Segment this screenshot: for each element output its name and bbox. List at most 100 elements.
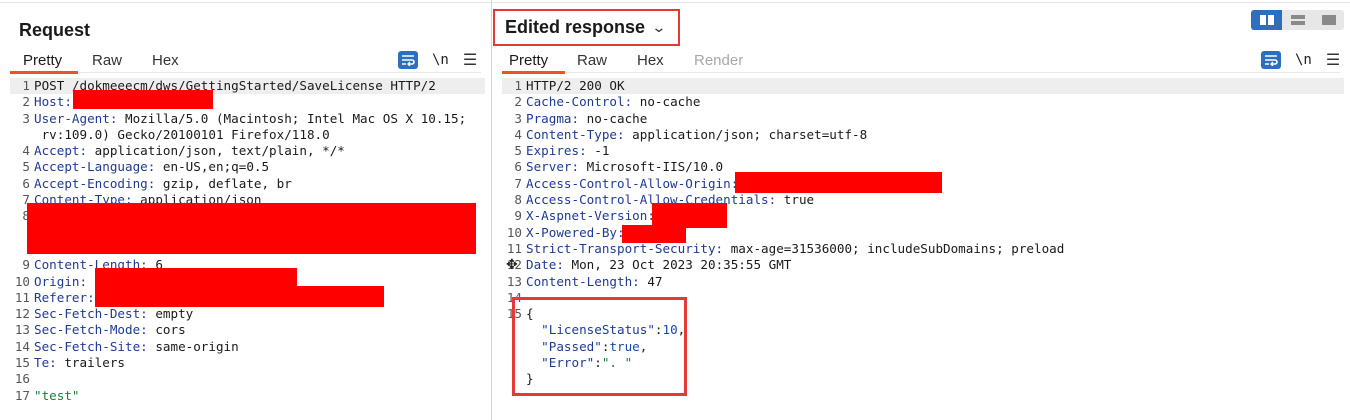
line-number: 6 <box>22 175 30 191</box>
line-code: Sec-Fetch-Site: same-origin <box>34 339 239 355</box>
line-code: Accept-Language: en-US,en;q=0.5 <box>34 159 269 175</box>
header-value: Mon, 23 Oct 2023 20:35:55 GMT <box>563 257 792 273</box>
line-code: Cache-Control: no-cache <box>526 94 700 110</box>
line-code: Content-Length: 47 <box>526 274 662 290</box>
header-key: X-Aspnet-Version: <box>526 208 655 224</box>
header-value: 47 <box>639 273 663 289</box>
header-key: Te: <box>34 355 57 371</box>
active-tab-underline <box>10 71 78 74</box>
tab-hex[interactable]: Hex <box>152 52 179 69</box>
header-value: Mozilla/5.0 (Macintosh; Intel Mac OS X 1… <box>117 110 467 126</box>
header-value: trailers <box>56 355 125 371</box>
header-value: application/json, text/plain, */* <box>87 143 345 159</box>
wrap-lines-icon[interactable] <box>1261 51 1281 69</box>
tab-render[interactable]: Render <box>694 52 743 69</box>
tab-pretty[interactable]: Pretty <box>23 52 62 69</box>
line-number: 15 <box>14 355 30 371</box>
header-key: Server: <box>526 159 580 175</box>
header-value: cors <box>147 322 186 338</box>
header-key: Content-Length: <box>526 273 640 289</box>
line-number: 10 <box>506 224 522 240</box>
line-number: 9 <box>22 257 30 273</box>
layout-side-by-side-icon[interactable] <box>1251 10 1282 30</box>
line-code: "test" <box>34 388 80 404</box>
line-code: Accept-Encoding: gzip, deflate, br <box>34 176 292 192</box>
line-number: 16 <box>14 371 30 387</box>
line-number: 4 <box>22 143 30 159</box>
menu-icon[interactable]: ☰ <box>1326 50 1340 70</box>
layout-toggle <box>1251 10 1344 30</box>
header-value: rv:109.0) Gecko/20100101 Firefox/118.0 <box>34 126 330 142</box>
tab-raw[interactable]: Raw <box>92 52 122 69</box>
editor-line: 11 Strict-Transport-Security: max-age=315… <box>502 241 1344 257</box>
header-key: Referer: <box>34 289 95 305</box>
line-number: 11 <box>14 289 30 305</box>
line-number: 10 <box>14 273 30 289</box>
line-code: User-Agent: Mozilla/5.0 (Macintosh; Inte… <box>34 111 466 127</box>
line-code: Content-Type: application/json; charset=… <box>526 127 867 143</box>
tab-raw[interactable]: Raw <box>577 52 607 69</box>
response-tools: \n ☰ <box>1261 50 1340 70</box>
editor-line: 13 Content-Length: 47 <box>502 274 1344 290</box>
menu-icon[interactable]: ☰ <box>463 50 477 70</box>
line-number: 13 <box>506 273 522 289</box>
line-number: 7 <box>514 175 522 191</box>
header-key: Sec-Fetch-Dest: <box>34 306 148 322</box>
header-key: Date: <box>526 257 564 273</box>
header-value: no-cache <box>632 94 701 110</box>
chevron-down-icon: ⌄ <box>651 19 667 35</box>
header-value: application/json; charset=utf-8 <box>624 126 868 142</box>
line-code: Pragma: no-cache <box>526 111 647 127</box>
editor-line: 9 X-Aspnet-Version: <box>502 208 1344 224</box>
line-number: 12 <box>14 306 30 322</box>
response-view-dropdown[interactable]: Edited response ⌄ <box>493 9 680 46</box>
redaction-body-line8 <box>27 203 476 254</box>
header-key: Sec-Fetch-Mode: <box>34 322 148 338</box>
line-number: 8 <box>514 192 522 208</box>
pane-top-border <box>0 2 491 3</box>
wrap-lines-icon[interactable] <box>398 51 418 69</box>
active-tab-underline <box>502 71 565 74</box>
line-code: Server: Microsoft-IIS/10.0 <box>526 159 723 175</box>
line-code: Origin: <box>34 274 87 290</box>
line-number: 9 <box>514 208 522 224</box>
editor-line: 15 Te: trailers <box>10 355 485 371</box>
line-number: 5 <box>514 143 522 159</box>
line-code: Sec-Fetch-Mode: cors <box>34 322 186 338</box>
header-key: Sec-Fetch-Site: <box>34 338 148 354</box>
header-key: X-Powered-By: <box>526 224 625 240</box>
line-number: 17 <box>14 387 30 403</box>
editor-line: 4 Accept: application/json, text/plain, *… <box>10 143 485 159</box>
header-value: empty <box>147 306 194 322</box>
layout-stacked-icon[interactable] <box>1282 10 1313 30</box>
tab-hex[interactable]: Hex <box>637 52 664 69</box>
editor-line: 13 Sec-Fetch-Mode: cors <box>10 322 485 338</box>
line-number: 2 <box>514 94 522 110</box>
line-code: X-Aspnet-Version: <box>526 208 655 224</box>
show-newlines-button[interactable]: \n <box>1295 52 1312 68</box>
editor-line: 5 Accept-Language: en-US,en;q=0.5 <box>10 159 485 175</box>
request-pane: Request Pretty Raw Hex \n ☰ 1 POST /dokme… <box>0 0 492 420</box>
header-value: same-origin <box>147 338 239 354</box>
request-title: Request <box>19 20 91 40</box>
layout-single-icon[interactable] <box>1313 10 1344 30</box>
tab-pretty[interactable]: Pretty <box>509 52 548 69</box>
header-value: no-cache <box>579 110 648 126</box>
header-key: User-Agent: <box>34 110 118 126</box>
editor-line: 16 <box>10 371 485 387</box>
redaction-referer <box>95 286 384 307</box>
header-key: Content-Type: <box>526 126 625 142</box>
line-code: X-Powered-By: <box>526 225 625 241</box>
request-tools: \n ☰ <box>398 50 477 70</box>
json-body-highlight <box>512 297 687 396</box>
header-key: Strict-Transport-Security: <box>526 240 724 256</box>
redaction-powered-by <box>622 225 686 243</box>
move-cursor-icon: ✥ <box>506 256 518 272</box>
editor-line: 1 HTTP/2 200 OK <box>502 78 1344 95</box>
line-code: Date: Mon, 23 Oct 2023 20:35:55 GMT <box>526 257 791 273</box>
line-number: 4 <box>514 126 522 142</box>
line-code: Te: trailers <box>34 355 125 371</box>
line-number: 3 <box>22 110 30 126</box>
show-newlines-button[interactable]: \n <box>432 52 449 68</box>
line-code: Referer: <box>34 290 95 306</box>
